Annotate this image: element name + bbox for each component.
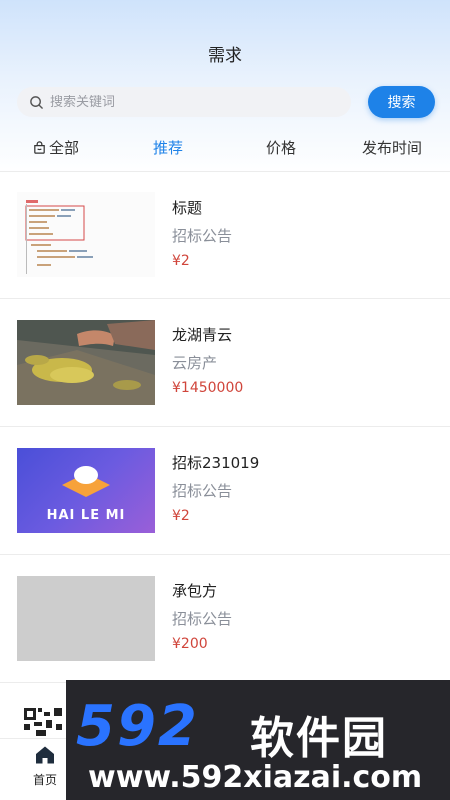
tab-all-label: 全部 [49,139,80,157]
bag-icon [34,141,45,154]
watermark-url: www.592xiazai.com [88,760,423,795]
item-subtitle: 招标公告 [172,227,233,245]
tab-home[interactable]: 首页 [20,745,70,788]
watermark-brand: 592 [76,694,199,759]
item-subtitle: 招标公告 [172,482,233,500]
watermark-banner: 592 软件园 www.592xiazai.com [66,680,450,800]
search-row: 搜索 [17,86,435,118]
item-title: 招标231019 [172,454,260,472]
item-thumbnail [17,192,155,277]
item-price: ¥1450000 [172,380,244,396]
home-icon [36,746,54,764]
item-title: 承包方 [172,582,218,600]
search-box[interactable] [17,87,351,117]
tab-price[interactable]: 价格 [266,137,296,158]
item-price: ¥2 [172,508,190,524]
tab-publish-time-label: 发布时间 [362,139,423,157]
search-button[interactable]: 搜索 [368,86,435,118]
tab-home-label: 首页 [32,773,57,787]
tab-recommended[interactable]: 推荐 [153,137,183,158]
item-price: ¥200 [172,636,208,652]
tab-publish-time[interactable]: 发布时间 [362,137,422,158]
list-item[interactable]: HAI LE MI 招标231019 招标公告 ¥2 [0,426,450,553]
list-item[interactable]: 标题 招标公告 ¥2 [0,171,450,298]
filter-tabs: 全部 推荐 价格 发布时间 [0,137,450,161]
item-price: ¥2 [172,253,190,269]
list-item[interactable]: 龙湖青云 云房产 ¥1450000 [0,298,450,425]
list-item[interactable]: 承包方 招标公告 ¥200 [0,554,450,681]
code-screenshot-image [25,200,93,274]
item-title: 龙湖青云 [172,326,233,344]
item-subtitle: 招标公告 [172,610,233,628]
search-icon [30,95,43,109]
tab-all[interactable]: 全部 [32,137,79,158]
tab-price-label: 价格 [266,139,297,157]
item-thumbnail [17,576,155,661]
item-thumbnail: HAI LE MI [17,448,155,533]
search-input[interactable] [50,94,310,110]
qr-code-image [24,708,62,736]
logo-text: HAI LE MI [46,508,126,523]
watermark-name: 软件园 [250,713,388,764]
item-thumbnail [17,320,155,405]
item-title: 标题 [172,199,203,217]
item-subtitle: 云房产 [172,354,218,372]
leaves-photo-image [17,320,155,405]
tab-recommended-label: 推荐 [153,139,184,157]
page-title: 需求 [208,46,242,66]
